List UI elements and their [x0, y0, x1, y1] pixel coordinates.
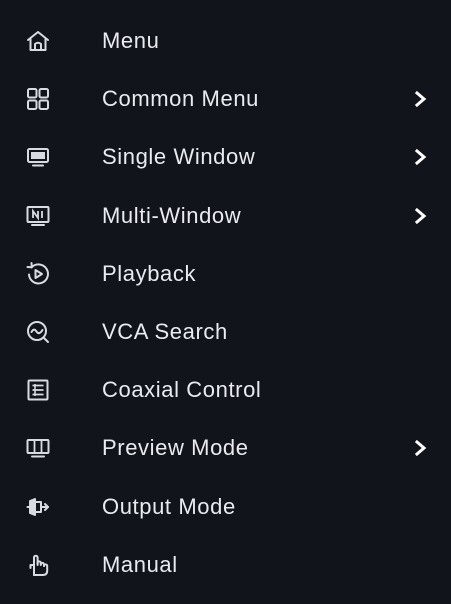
menu-item-label: Preview Mode — [102, 435, 249, 461]
menu-item-label: VCA Search — [102, 319, 228, 345]
coaxial-control-icon — [24, 376, 52, 404]
chevron-right-icon — [414, 207, 428, 225]
chevron-right-icon — [414, 90, 428, 108]
menu-item-coaxial-control[interactable]: Coaxial Control — [0, 361, 451, 419]
menu-item-multi-window[interactable]: Multi-Window — [0, 187, 451, 245]
menu-item-label: Output Mode — [102, 493, 236, 519]
context-menu: Menu Common Menu Single Window Multi-Win… — [0, 0, 451, 604]
menu-item-common-menu[interactable]: Common Menu — [0, 70, 451, 128]
menu-item-menu[interactable]: Menu — [0, 12, 451, 70]
menu-item-label: Manual — [102, 551, 178, 577]
menu-item-label: Single Window — [102, 144, 256, 170]
menu-item-preview-mode[interactable]: Preview Mode — [0, 419, 451, 477]
chevron-right-icon — [414, 148, 428, 166]
menu-item-label: Common Menu — [102, 86, 259, 112]
playback-icon — [24, 260, 52, 288]
manual-icon — [24, 551, 52, 579]
menu-item-manual[interactable]: Manual — [0, 536, 451, 594]
menu-item-single-window[interactable]: Single Window — [0, 128, 451, 186]
menu-item-vca-search[interactable]: VCA Search — [0, 303, 451, 361]
vca-search-icon — [24, 318, 52, 346]
output-mode-icon — [24, 493, 52, 521]
multi-window-icon — [24, 202, 52, 230]
preview-mode-icon — [24, 434, 52, 462]
menu-item-label: Multi-Window — [102, 202, 242, 228]
menu-item-playback[interactable]: Playback — [0, 245, 451, 303]
monitor-icon — [24, 143, 52, 171]
grid-icon — [24, 85, 52, 113]
menu-item-label: Menu — [102, 28, 160, 54]
menu-item-label: Coaxial Control — [102, 377, 262, 403]
menu-item-label: Playback — [102, 260, 197, 286]
menu-item-output-mode[interactable]: Output Mode — [0, 478, 451, 536]
chevron-right-icon — [414, 439, 428, 457]
home-icon — [24, 27, 52, 55]
